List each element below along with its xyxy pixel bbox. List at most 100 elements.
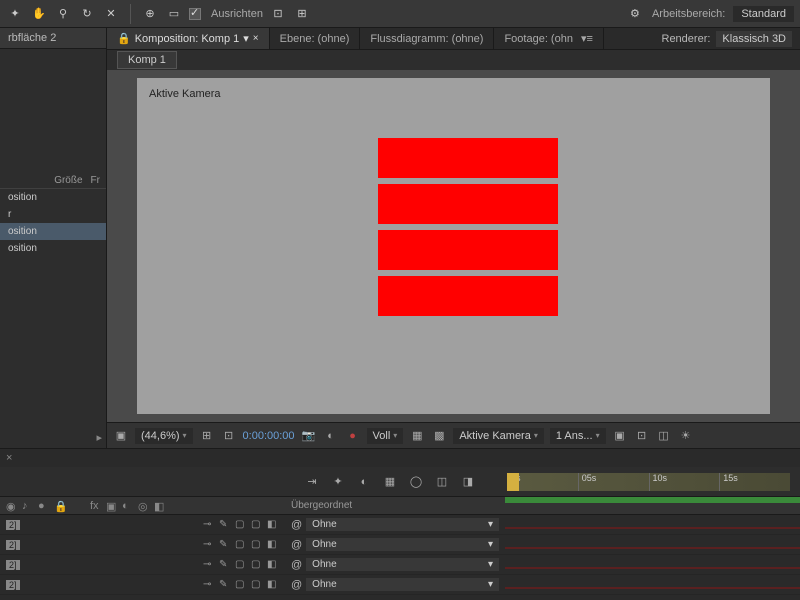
cube-icon[interactable]: ◧ xyxy=(267,559,279,571)
snap2-icon[interactable]: ⊞ xyxy=(293,5,311,23)
frame-blend-icon[interactable]: ◯ xyxy=(407,473,425,491)
property-row[interactable]: osition xyxy=(0,240,106,257)
view-opt2-icon[interactable]: ⊡ xyxy=(634,428,650,444)
frame-icon[interactable]: ▣ xyxy=(106,500,118,512)
quality-dropdown[interactable]: Voll▾ xyxy=(367,428,404,444)
red-solid-layer[interactable] xyxy=(378,184,558,224)
layer-row[interactable]: 2] ⊸✎▢▢◧ @Ohne▾ xyxy=(0,515,800,535)
box2-icon[interactable]: ▢ xyxy=(251,519,263,531)
work-area-bar[interactable] xyxy=(505,497,800,503)
rotation-tool-icon[interactable]: ↻ xyxy=(78,5,96,23)
mode-icon[interactable]: ⊸ xyxy=(203,559,215,571)
property-row[interactable]: osition xyxy=(0,189,106,206)
viewport-icon[interactable]: ▣ xyxy=(113,428,129,444)
pen-icon[interactable]: ✎ xyxy=(219,539,231,551)
layer-bar[interactable] xyxy=(505,567,800,569)
dropdown-icon[interactable]: ▾ xyxy=(243,32,249,45)
eye-icon[interactable]: ◉ xyxy=(6,500,18,512)
menu-icon[interactable]: ▾≡ xyxy=(581,32,593,45)
anchor-tool-icon[interactable]: ⊕ xyxy=(141,5,159,23)
pen-icon[interactable]: ✎ xyxy=(219,579,231,591)
box-icon[interactable]: ▢ xyxy=(235,539,247,551)
close-icon[interactable]: × xyxy=(6,452,12,464)
snap-icon[interactable]: ⊡ xyxy=(269,5,287,23)
shy-icon[interactable]: ⇥ xyxy=(303,473,321,491)
composition-canvas[interactable]: Aktive Kamera xyxy=(137,78,770,414)
red-solid-layer[interactable] xyxy=(378,276,558,316)
solo-icon[interactable]: ● xyxy=(38,500,50,512)
box-icon[interactable]: ▢ xyxy=(235,579,247,591)
exposure-icon[interactable]: ☀ xyxy=(678,428,694,444)
layer-bar[interactable] xyxy=(505,587,800,589)
graph2-icon[interactable]: ◨ xyxy=(459,473,477,491)
brain-icon[interactable]: ▦ xyxy=(381,473,399,491)
box-icon[interactable]: ▢ xyxy=(235,559,247,571)
spiral-icon[interactable]: @ xyxy=(291,559,302,571)
cube-icon[interactable]: ◧ xyxy=(267,579,279,591)
selection-tool-icon[interactable]: ✦ xyxy=(6,5,24,23)
red-solid-layer[interactable] xyxy=(378,138,558,178)
mode-icon[interactable]: ⊸ xyxy=(203,579,215,591)
workspace-dropdown[interactable]: Standard xyxy=(733,6,794,22)
close-icon[interactable]: × xyxy=(253,33,259,44)
snapshot-icon[interactable]: 📷 xyxy=(301,428,317,444)
channel-icon[interactable]: ◐ xyxy=(323,428,339,444)
parent-dropdown[interactable]: Ohne▾ xyxy=(306,578,499,591)
pen-icon[interactable]: ✎ xyxy=(219,519,231,531)
rect-tool-icon[interactable]: ▭ xyxy=(165,5,183,23)
tab-layer[interactable]: Ebene: (ohne) xyxy=(270,28,361,49)
audio-icon[interactable]: ♪ xyxy=(22,500,34,512)
zoom-tool-icon[interactable]: ⚲ xyxy=(54,5,72,23)
transparency-icon[interactable]: ▩ xyxy=(431,428,447,444)
layer-row[interactable]: 2] ⊸✎▢▢◧ @Ohne▾ xyxy=(0,555,800,575)
adj-icon[interactable]: ◎ xyxy=(138,500,150,512)
search-icon[interactable]: ⚙ xyxy=(626,5,644,23)
spiral-icon[interactable]: @ xyxy=(291,579,302,591)
cube-icon[interactable]: ◧ xyxy=(267,519,279,531)
guides-icon[interactable]: ⊡ xyxy=(221,428,237,444)
camera-tool-icon[interactable]: ✕ xyxy=(102,5,120,23)
panel-tab[interactable]: rbfläche 2 xyxy=(0,28,106,49)
spiral-icon[interactable]: @ xyxy=(291,539,302,551)
time-ruler[interactable]: 0s 05s 10s 15s xyxy=(507,473,790,491)
property-row[interactable]: r xyxy=(0,206,106,223)
property-row[interactable]: osition xyxy=(0,223,106,240)
camera-dropdown[interactable]: Aktive Kamera▾ xyxy=(453,428,544,444)
parent-dropdown[interactable]: Ohne▾ xyxy=(306,558,499,571)
mode-icon[interactable]: ⊸ xyxy=(203,519,215,531)
color-icon[interactable]: ● xyxy=(345,428,361,444)
comp-subtab[interactable]: Komp 1 xyxy=(117,51,177,69)
parent-dropdown[interactable]: Ohne▾ xyxy=(306,518,499,531)
lock-icon[interactable]: 🔒 xyxy=(54,500,66,512)
pen-icon[interactable]: ✎ xyxy=(219,559,231,571)
box2-icon[interactable]: ▢ xyxy=(251,579,263,591)
graph-icon[interactable]: ◫ xyxy=(433,473,451,491)
zoom-dropdown[interactable]: (44,6%)▾ xyxy=(135,428,193,444)
cube-icon[interactable]: ◧ xyxy=(267,539,279,551)
renderer-dropdown[interactable]: Klassisch 3D xyxy=(716,31,792,47)
timecode[interactable]: 0:00:00:00 xyxy=(243,430,295,442)
parent-dropdown[interactable]: Ohne▾ xyxy=(306,538,499,551)
star-icon[interactable]: ✦ xyxy=(329,473,347,491)
spiral-icon[interactable]: @ xyxy=(291,519,302,531)
mode-icon[interactable]: ⊸ xyxy=(203,539,215,551)
layer-row[interactable]: 2] ⊸✎▢▢◧ @Ohne▾ xyxy=(0,535,800,555)
motion-blur-icon[interactable]: ◐ xyxy=(355,473,373,491)
layer-row[interactable]: 2] ⊸✎▢▢◧ @Ohne▾ xyxy=(0,575,800,595)
box-icon[interactable]: ▢ xyxy=(235,519,247,531)
layer-bar[interactable] xyxy=(505,547,800,549)
tab-flowchart[interactable]: Flussdiagramm: (ohne) xyxy=(360,28,494,49)
view-opt3-icon[interactable]: ◫ xyxy=(656,428,672,444)
grid-icon[interactable]: ⊞ xyxy=(199,428,215,444)
tab-composition[interactable]: 🔒 Komposition: Komp 1 ▾ × xyxy=(107,28,270,49)
mb-icon[interactable]: ◐ xyxy=(122,500,134,512)
playhead[interactable] xyxy=(507,473,519,491)
view-opt-icon[interactable]: ▣ xyxy=(612,428,628,444)
layer-bar[interactable] xyxy=(505,527,800,529)
red-solid-layer[interactable] xyxy=(378,230,558,270)
scroll-right-icon[interactable]: ▸ xyxy=(0,427,106,448)
hand-tool-icon[interactable]: ✋ xyxy=(30,5,48,23)
box2-icon[interactable]: ▢ xyxy=(251,559,263,571)
3d-icon[interactable]: ◧ xyxy=(154,500,166,512)
views-dropdown[interactable]: 1 Ans...▾ xyxy=(550,428,606,444)
